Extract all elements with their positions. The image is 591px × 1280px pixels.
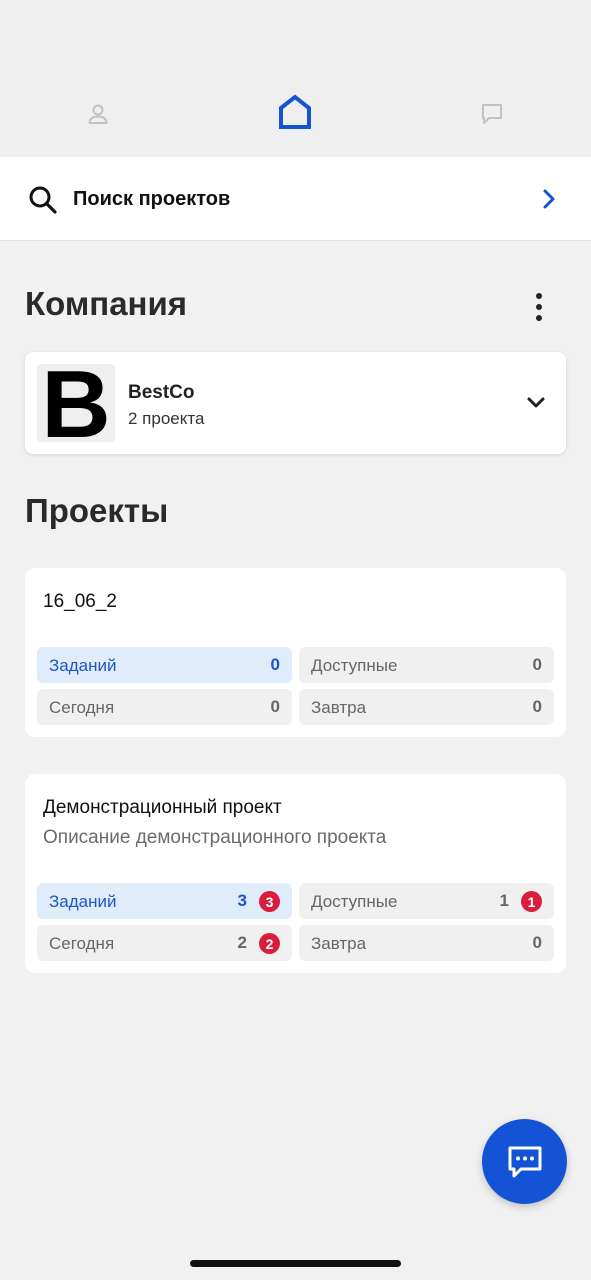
- project-name: Демонстрационный проект: [43, 797, 282, 818]
- stat-tomorrow[interactable]: Завтра 0: [299, 689, 554, 725]
- projects-section-title: Проекты: [25, 492, 169, 529]
- home-icon: [279, 94, 311, 129]
- notification-badge: 2: [259, 933, 280, 954]
- stat-label: Завтра: [311, 698, 367, 717]
- company-selector[interactable]: B BestCo 2 проекта: [25, 352, 566, 454]
- stat-tasks[interactable]: Заданий 3 3: [37, 883, 292, 919]
- more-dot: [536, 315, 542, 321]
- stat-available[interactable]: Доступные 1 1: [299, 883, 554, 919]
- home-tab[interactable]: [275, 92, 315, 132]
- chat-fab-button[interactable]: [482, 1119, 567, 1204]
- stat-label: Доступные: [311, 656, 398, 675]
- stat-available[interactable]: Доступные 0: [299, 647, 554, 683]
- notification-badge: 3: [259, 891, 280, 912]
- stat-today[interactable]: Сегодня 2 2: [37, 925, 292, 961]
- project-description: Описание демонстрационного проекта: [43, 827, 387, 848]
- stat-value: 1: [499, 891, 509, 910]
- stat-value: 3: [237, 891, 247, 910]
- project-card[interactable]: 16_06_2 Заданий 0 Доступные 0 Сегодня 0 …: [25, 568, 566, 737]
- search-label: Поиск проектов: [73, 188, 231, 210]
- chat-bubble-icon: [508, 1146, 541, 1177]
- project-name: 16_06_2: [43, 591, 117, 612]
- stat-label: Заданий: [49, 656, 117, 675]
- profile-tab[interactable]: [78, 94, 118, 134]
- more-vertical-icon: [536, 293, 542, 299]
- stat-today[interactable]: Сегодня 0: [37, 689, 292, 725]
- stat-value: 0: [532, 655, 542, 674]
- stat-label: Завтра: [311, 934, 367, 953]
- stat-value: 0: [270, 655, 280, 674]
- stat-value: 0: [270, 697, 280, 716]
- company-name: BestCo: [128, 382, 195, 403]
- chevron-down-icon[interactable]: [525, 394, 547, 412]
- company-logo: B: [37, 364, 115, 442]
- stat-label: Сегодня: [49, 934, 115, 953]
- company-logo-letter: B: [41, 364, 111, 442]
- more-dot: [536, 304, 542, 310]
- person-icon: [88, 104, 108, 124]
- stat-tomorrow[interactable]: Завтра 0: [299, 925, 554, 961]
- more-options-button[interactable]: [524, 290, 554, 324]
- stat-value: 0: [532, 933, 542, 952]
- stat-label: Доступные: [311, 892, 398, 911]
- stat-value: 0: [532, 697, 542, 716]
- notification-badge: 1: [521, 891, 542, 912]
- stat-value: 2: [237, 933, 247, 952]
- chat-icon: [482, 104, 502, 124]
- top-navigation: [0, 0, 591, 156]
- search-projects-bar[interactable]: Поиск проектов: [0, 157, 591, 241]
- company-section-title: Компания: [25, 285, 188, 322]
- messages-tab[interactable]: [472, 94, 512, 134]
- chevron-right-icon[interactable]: [538, 187, 560, 211]
- company-project-count: 2 проекта: [128, 409, 205, 428]
- stat-label: Сегодня: [49, 698, 115, 717]
- search-icon: [29, 186, 57, 214]
- stat-label: Заданий: [49, 892, 117, 911]
- stat-tasks[interactable]: Заданий 0: [37, 647, 292, 683]
- home-indicator: [190, 1260, 401, 1267]
- project-card[interactable]: Демонстрационный проект Описание демонст…: [25, 774, 566, 973]
